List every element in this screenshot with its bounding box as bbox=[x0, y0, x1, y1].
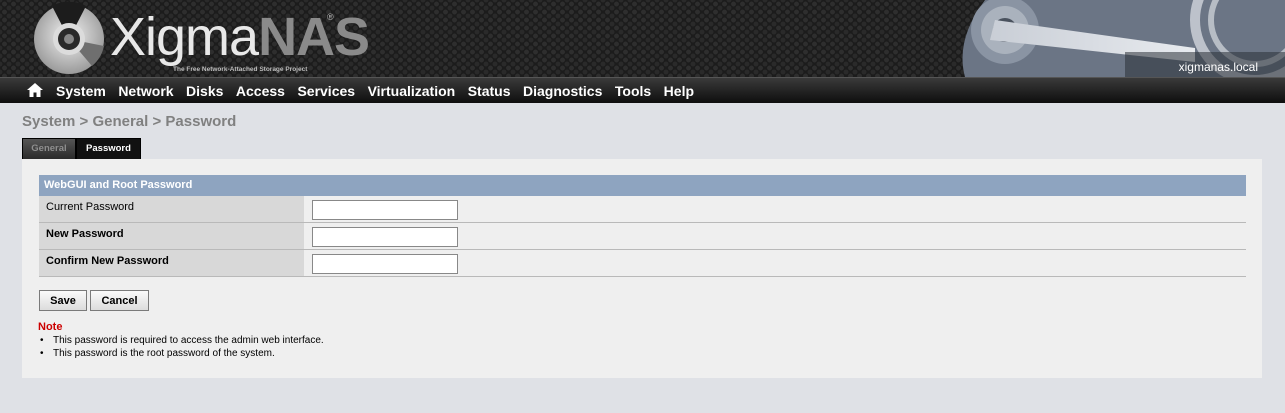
cancel-button[interactable]: Cancel bbox=[90, 290, 149, 311]
nav-item-status[interactable]: Status bbox=[468, 83, 511, 99]
tab-general[interactable]: General bbox=[22, 138, 76, 159]
form-row-new-password: New Password bbox=[39, 223, 1246, 250]
breadcrumb: System > General > Password bbox=[22, 113, 237, 130]
logo-disc-icon bbox=[34, 2, 104, 74]
logo[interactable]: XigmaNAS ® The Free Network-Attached Sto… bbox=[32, 2, 370, 74]
current-password-label: Current Password bbox=[39, 196, 304, 222]
logo-registered-mark: ® bbox=[327, 12, 334, 22]
form-row-current-password: Current Password bbox=[39, 196, 1246, 223]
current-password-input[interactable] bbox=[312, 200, 458, 220]
note-list: • This password is required to access the… bbox=[38, 334, 324, 360]
confirm-password-label: Confirm New Password bbox=[39, 250, 304, 276]
section-header: WebGUI and Root Password bbox=[39, 175, 1246, 196]
nav-item-system[interactable]: System bbox=[56, 83, 106, 99]
nav-item-network[interactable]: Network bbox=[118, 83, 173, 99]
main-navigation: System Network Disks Access Services Vir… bbox=[0, 77, 1285, 103]
tab-bar: General Password bbox=[22, 138, 141, 159]
nav-item-services[interactable]: Services bbox=[297, 83, 355, 99]
form-row-confirm-password: Confirm New Password bbox=[39, 250, 1246, 277]
home-icon[interactable] bbox=[27, 83, 43, 97]
nav-item-tools[interactable]: Tools bbox=[615, 83, 651, 99]
nav-menu: System Network Disks Access Services Vir… bbox=[56, 78, 707, 103]
note-item: • This password is required to access the… bbox=[40, 335, 324, 346]
note-item-text: This password is the root password of th… bbox=[53, 348, 275, 359]
content-panel: WebGUI and Root Password Current Passwor… bbox=[22, 159, 1262, 378]
note-title: Note bbox=[38, 321, 63, 333]
logo-text-accent: NAS bbox=[258, 7, 370, 67]
hostname-label: xigmanas.local bbox=[1178, 60, 1258, 74]
note-item-text: This password is required to access the … bbox=[53, 335, 324, 346]
tab-password[interactable]: Password bbox=[76, 138, 141, 159]
save-button[interactable]: Save bbox=[39, 290, 87, 311]
nav-item-virtualization[interactable]: Virtualization bbox=[368, 83, 456, 99]
nav-item-diagnostics[interactable]: Diagnostics bbox=[523, 83, 602, 99]
confirm-password-input[interactable] bbox=[312, 254, 458, 274]
logo-text-main: Xigma bbox=[110, 7, 259, 67]
header-banner: XigmaNAS ® The Free Network-Attached Sto… bbox=[0, 0, 1285, 77]
note-item: • This password is the root password of t… bbox=[40, 348, 275, 359]
new-password-input[interactable] bbox=[312, 227, 458, 247]
nav-item-access[interactable]: Access bbox=[236, 83, 285, 99]
logo-tagline: The Free Network-Attached Storage Projec… bbox=[173, 66, 308, 73]
new-password-label: New Password bbox=[39, 223, 304, 249]
nav-item-disks[interactable]: Disks bbox=[186, 83, 223, 99]
nav-item-help[interactable]: Help bbox=[664, 83, 694, 99]
